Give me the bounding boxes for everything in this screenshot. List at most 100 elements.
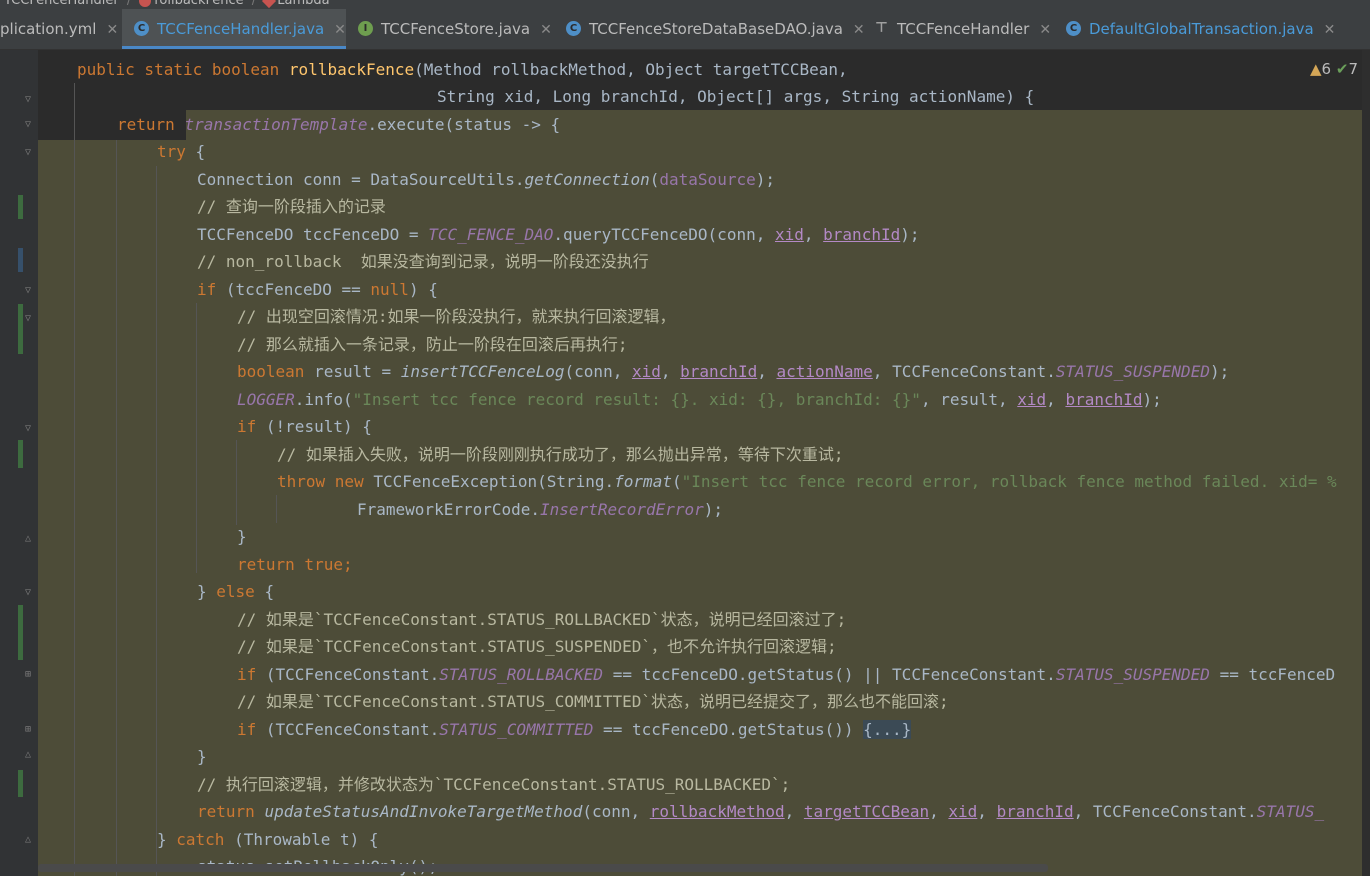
- code-line[interactable]: boolean result = insertTCCFenceLog(conn,…: [237, 358, 1229, 385]
- code-line[interactable]: // 如果是`TCCFenceConstant.STATUS_SUSPENDED…: [237, 633, 837, 660]
- code-token: xid: [948, 802, 978, 821]
- code-token: getConnection: [524, 170, 650, 189]
- tab-application-yml[interactable]: plication.yml ✕: [0, 9, 120, 49]
- fold-icon[interactable]: ▽: [25, 148, 35, 158]
- horizontal-scrollbar[interactable]: [38, 864, 1048, 872]
- tab-label: TCCFenceStore.java: [381, 20, 531, 38]
- code-line[interactable]: throw new TCCFenceException(String.forma…: [277, 468, 1337, 495]
- fold-icon[interactable]: ▽: [25, 314, 35, 324]
- folded-code-block[interactable]: {...}: [863, 720, 912, 739]
- breadcrumb: TCCFenceHandler / rollbackFence / Lambda: [0, 0, 1370, 9]
- tab-label: plication.yml: [0, 20, 97, 38]
- code-token: if: [237, 720, 266, 739]
- code-line[interactable]: TCCFenceDO tccFenceDO = TCC_FENCE_DAO.qu…: [197, 221, 919, 248]
- breadcrumb-item-method[interactable]: rollbackFence: [135, 0, 247, 9]
- code-token: updateStatusAndInvokeTargetMethod: [264, 802, 583, 821]
- code-line[interactable]: // non_rollback 如果没查询到记录，说明一阶段还没执行: [197, 248, 649, 275]
- indent-guide: [196, 303, 197, 573]
- tab-tccfencehandler-structure[interactable]: ⊤ TCCFenceHandler ✕: [862, 9, 1054, 49]
- code-token: ,: [784, 802, 804, 821]
- code-line[interactable]: return transactionTemplate.execute(statu…: [117, 111, 560, 138]
- close-icon[interactable]: ✕: [334, 22, 346, 38]
- code-token: xid: [1017, 390, 1047, 409]
- code-token: if: [237, 665, 266, 684]
- close-icon[interactable]: ✕: [1324, 22, 1336, 38]
- code-line[interactable]: return true;: [237, 551, 353, 578]
- vertical-scrollbar[interactable]: [1362, 50, 1370, 876]
- code-line[interactable]: } else {: [197, 578, 274, 605]
- breadcrumb-item-class[interactable]: TCCFenceHandler: [0, 0, 123, 9]
- code-token: rollbackFence: [288, 60, 415, 79]
- code-token: }: [237, 527, 247, 546]
- code-line[interactable]: String xid, Long branchId, Object[] args…: [437, 83, 1034, 110]
- code-token: (TCCFenceConstant.: [265, 720, 440, 739]
- tab-tccfencestore-java[interactable]: I TCCFenceStore.java ✕: [346, 9, 552, 49]
- code-token: (TCCFenceConstant.: [265, 665, 440, 684]
- code-line[interactable]: // 那么就插入一条记录，防止一阶段在回滚后再执行;: [237, 331, 628, 358]
- inspection-widget[interactable]: ▲6 ✔7: [1310, 60, 1358, 78]
- tab-tccfencestoredatabasedao-java[interactable]: C TCCFenceStoreDataBaseDAO.java ✕: [554, 9, 865, 49]
- code-editor[interactable]: public static boolean rollbackFence(Meth…: [38, 50, 1370, 876]
- code-line[interactable]: LOGGER.info("Insert tcc fence record res…: [237, 386, 1162, 413]
- code-line[interactable]: Connection conn = DataSourceUtils.getCon…: [197, 166, 775, 193]
- tab-tccfencehandler-java[interactable]: C TCCFenceHandler.java ✕: [122, 9, 346, 49]
- code-token: ,: [1046, 390, 1066, 409]
- indent-guide: [156, 166, 157, 876]
- code-line[interactable]: }: [197, 743, 207, 770]
- fold-icon[interactable]: △: [25, 750, 35, 760]
- code-token: String xid, Long branchId, Object[] args…: [437, 87, 1035, 106]
- code-token: == tccFenceD: [1209, 665, 1336, 684]
- code-token: Connection conn = DataSourceUtils.: [197, 170, 525, 189]
- code-token: (conn,: [564, 362, 632, 381]
- code-line[interactable]: public static boolean rollbackFence(Meth…: [77, 56, 848, 83]
- tab-label: TCCFenceStoreDataBaseDAO.java: [589, 20, 843, 38]
- tab-label: TCCFenceHandler: [897, 20, 1030, 38]
- fold-icon[interactable]: ▽: [25, 286, 35, 296]
- fold-icon[interactable]: ▽: [25, 120, 35, 130]
- code-line[interactable]: FrameworkErrorCode.InsertRecordError);: [357, 496, 723, 523]
- fold-icon[interactable]: △: [25, 534, 35, 544]
- close-icon[interactable]: ✕: [1039, 22, 1051, 38]
- code-token: null: [370, 280, 409, 299]
- code-line[interactable]: // 查询一阶段插入的记录: [197, 193, 386, 220]
- fold-icon[interactable]: ▽: [25, 588, 35, 598]
- code-token: branchId: [823, 225, 901, 244]
- code-line[interactable]: if (TCCFenceConstant.STATUS_ROLLBACKED =…: [237, 661, 1335, 688]
- code-line[interactable]: } catch (Throwable t) {: [157, 826, 379, 853]
- code-line[interactable]: // 执行回滚逻辑，并修改状态为`TCCFenceConstant.STATUS…: [197, 771, 790, 798]
- code-comment: // 如果是`TCCFenceConstant.STATUS_COMMITTED…: [237, 692, 949, 711]
- fold-icon[interactable]: ▽: [25, 95, 35, 105]
- code-line[interactable]: if (tccFenceDO == null) {: [197, 276, 438, 303]
- code-token: ,: [660, 362, 681, 381]
- code-comment: // 如果插入失败，说明一阶段刚刚执行成功了，那么抛出异常，等待下次重试;: [277, 445, 844, 464]
- breadcrumb-item-lambda[interactable]: Lambda: [260, 0, 333, 9]
- expand-icon[interactable]: ⊞: [25, 670, 35, 680]
- close-icon[interactable]: ✕: [106, 22, 118, 38]
- code-token: , result,: [920, 390, 1018, 409]
- code-token: if: [197, 280, 226, 299]
- code-line[interactable]: // 如果是`TCCFenceConstant.STATUS_COMMITTED…: [237, 688, 949, 715]
- code-token: TCCFenceException(String.: [373, 472, 615, 491]
- code-line[interactable]: // 如果是`TCCFenceConstant.STATUS_ROLLBACKE…: [237, 606, 846, 633]
- fold-icon[interactable]: △: [25, 835, 35, 845]
- indent-guide: [116, 140, 117, 876]
- code-token: ,: [757, 362, 777, 381]
- code-token: TCC_FENCE_DAO: [428, 225, 554, 244]
- code-line[interactable]: // 出现空回滚情况:如果一阶段没执行，就来执行回滚逻辑，: [237, 303, 676, 330]
- code-line[interactable]: }: [237, 523, 247, 550]
- code-line[interactable]: try {: [157, 138, 205, 165]
- close-icon[interactable]: ✕: [540, 22, 552, 38]
- code-line[interactable]: if (TCCFenceConstant.STATUS_COMMITTED ==…: [237, 716, 912, 743]
- editor-gutter[interactable]: ▽ ▽ ▽ ▽ ▽ ▽ △ ▽ ⊞ ⊞ △ △: [0, 50, 38, 876]
- fold-icon[interactable]: ▽: [25, 424, 35, 434]
- code-token: );: [755, 170, 775, 189]
- code-token: ,: [977, 802, 997, 821]
- editor-tab-bar: plication.yml ✕ C TCCFenceHandler.java ✕ IT…: [0, 9, 1370, 50]
- code-token: branchId: [680, 362, 758, 381]
- code-token: try: [157, 142, 196, 161]
- code-line[interactable]: if (!result) {: [237, 413, 372, 440]
- tab-defaultglobaltransaction-java[interactable]: C DefaultGlobalTransaction.java ✕: [1054, 9, 1370, 49]
- code-line[interactable]: return updateStatusAndInvokeTargetMethod…: [197, 798, 1324, 825]
- code-line[interactable]: // 如果插入失败，说明一阶段刚刚执行成功了，那么抛出异常，等待下次重试;: [277, 441, 844, 468]
- expand-icon[interactable]: ⊞: [25, 725, 35, 735]
